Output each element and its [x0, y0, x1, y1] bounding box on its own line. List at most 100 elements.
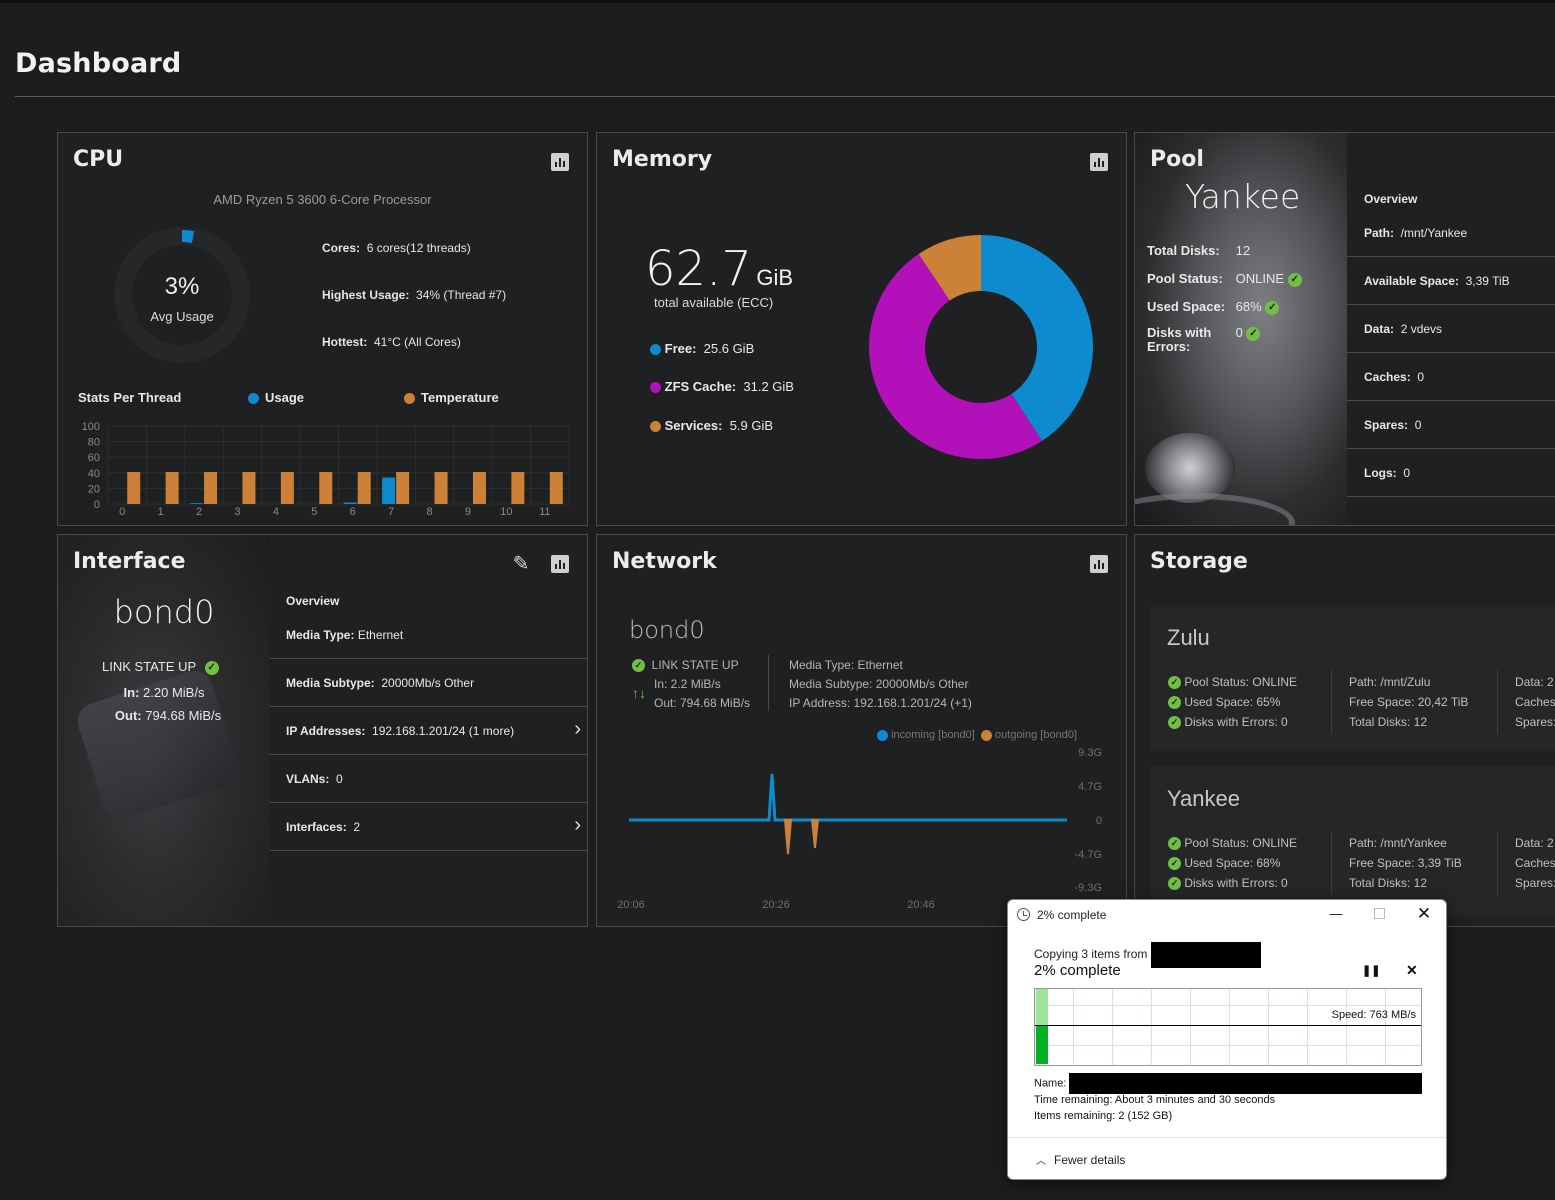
cpu-avg-label: Avg Usage	[150, 309, 214, 324]
cpu-cores-row: Cores: 6 cores(12 threads)	[322, 241, 471, 255]
ip-addresses-row[interactable]: IP Addresses: 192.168.1.201/24 (1 more) …	[270, 707, 587, 755]
media-subtype-value: 20000Mb/s Other	[381, 676, 475, 690]
cpu-cores-label: Cores:	[322, 241, 361, 255]
services-value: 5.9 GiB	[729, 418, 774, 433]
pool-available-value: 3,39 TiB	[1465, 274, 1510, 288]
temperature-bar	[165, 472, 179, 504]
pool-logs-label: Logs:	[1364, 466, 1397, 480]
pool-overview-panel: Overview Path: /mnt/Yankee Available Spa…	[1347, 133, 1555, 525]
pool-used-value: 68%	[1235, 299, 1262, 314]
vlans-label: VLANs:	[286, 772, 330, 786]
minimize-icon[interactable]: —	[1328, 906, 1344, 921]
interface-chart-icon[interactable]	[551, 555, 569, 573]
network-ytick-label: 4.7G	[1078, 781, 1102, 793]
media-type-label: Media Type:	[286, 628, 355, 642]
cpu-highest-value: 34% (Thread #7)	[416, 288, 507, 302]
media-type-value: Ethernet	[357, 628, 404, 642]
zulu-errors-check-icon: ✓	[1168, 716, 1181, 730]
dialog-footer: ︿ Fewer details	[1008, 1137, 1446, 1179]
network-chart-icon[interactable]	[1090, 555, 1108, 573]
outgoing-legend-dot	[980, 729, 992, 741]
yankee-free: Free Space: 3,39 TiB	[1349, 856, 1462, 870]
memory-zfs-row: ZFS Cache: 31.2 GiB	[650, 379, 794, 394]
network-xtick-label: 20:06	[617, 899, 645, 911]
pool-spares-label: Spares:	[1364, 418, 1409, 432]
temperature-bar	[242, 472, 256, 504]
network-ytick-label: 0	[1096, 815, 1102, 827]
free-dot	[650, 344, 661, 356]
pool-overview-header: Overview Path: /mnt/Yankee	[1347, 133, 1555, 257]
cpu-highest-row: Highest Usage: 34% (Thread #7)	[322, 288, 506, 302]
speed-bar-light	[1036, 989, 1048, 1025]
memory-donut-chart	[869, 235, 1093, 459]
copy-progress-dialog: 2% complete — ✕ Copying 3 items from 2% …	[1007, 899, 1447, 1180]
dialog-titlebar[interactable]: 2% complete — ✕	[1008, 900, 1446, 930]
cpu-legend-usage[interactable]: Usage	[248, 390, 304, 405]
interfaces-value: 2	[353, 820, 361, 834]
zulu-vdev-list: Data: 2 vd Caches: 0 Spares: 0	[1515, 672, 1555, 732]
zulu-spares: Spares: 0	[1515, 715, 1555, 729]
pause-icon[interactable]: ❚❚	[1362, 964, 1380, 977]
cpu-xtick-label: 11	[539, 506, 550, 516]
temperature-bar	[472, 472, 486, 504]
pool-overview-title: Overview	[1364, 192, 1418, 206]
vlans-value: 0	[336, 772, 343, 786]
yankee-errors: Disks with Errors: 0	[1184, 876, 1288, 890]
outgoing-spike	[783, 819, 793, 855]
cpu-hottest-label: Hottest:	[322, 335, 368, 349]
speed-graph: Speed: 763 MB/s	[1034, 988, 1422, 1066]
interface-link-check-icon: ✓	[204, 660, 219, 675]
zulu-divider-1	[1331, 670, 1332, 734]
memory-total-label: total available (ECC)	[654, 295, 774, 310]
interface-in-label: In:	[123, 685, 140, 700]
interfaces-row[interactable]: Interfaces: 2 ›	[270, 803, 587, 851]
incoming-series	[629, 773, 1067, 822]
incoming-legend-dot	[877, 729, 888, 741]
network-interface-name: bond0	[629, 616, 705, 644]
pool-logs-row: Logs: 0	[1347, 449, 1555, 497]
pool-widget: Pool Yankee Total Disks: 12 Pool Status:…	[1134, 132, 1555, 526]
window-close-icon[interactable]: ✕	[1416, 904, 1432, 924]
cpu-title: CPU	[73, 147, 124, 172]
zulu-status: Pool Status: ONLINE	[1184, 675, 1298, 689]
interface-link-state: LINK STATE UP ✓	[102, 659, 219, 675]
cpu-highest-label: Highest Usage:	[322, 288, 410, 302]
fewer-details-button[interactable]: ︿ Fewer details	[1036, 1152, 1125, 1167]
usage-legend-dot	[248, 393, 259, 405]
cpu-ytick-label: 60	[88, 452, 100, 464]
cpu-xtick-label: 3	[234, 506, 240, 516]
zfs-dot	[650, 382, 661, 394]
zulu-free: Free Space: 20,42 TiB	[1349, 695, 1469, 709]
storage-pool-card-zulu[interactable]: Zulu ✓ Pool Status: ONLINE ✓ Used Space:…	[1151, 605, 1555, 751]
network-title: Network	[612, 549, 717, 574]
pool-spares-value: 0	[1414, 418, 1422, 432]
pool-errors-row: Disks with Errors: 0 ✓	[1147, 325, 1261, 354]
cpu-xtick-label: 8	[426, 506, 432, 516]
memory-chart-icon[interactable]	[1090, 153, 1108, 171]
pool-available-row: Available Space: 3,39 TiB	[1347, 257, 1555, 305]
pool-status-label: Pool Status:	[1147, 271, 1223, 286]
interfaces-chevron-right-icon[interactable]: ›	[574, 814, 581, 837]
temperature-legend-label: Temperature	[421, 390, 499, 405]
edit-icon[interactable]: ✎	[510, 553, 532, 575]
temperature-bar	[511, 472, 525, 504]
services-label: Services:	[664, 418, 723, 433]
maximize-icon[interactable]	[1374, 908, 1385, 919]
interface-widget: Interface bond0 LINK STATE UP ✓ In: 2.20…	[57, 534, 588, 927]
pool-total-disks-label: Total Disks:	[1147, 243, 1220, 258]
cpu-legend-temperature[interactable]: Temperature	[404, 390, 499, 405]
pool-errors-label: Disks with Errors:	[1147, 325, 1212, 354]
cpu-chart-icon[interactable]	[551, 153, 569, 171]
memory-title: Memory	[612, 147, 713, 172]
fewer-details-label: Fewer details	[1054, 1153, 1126, 1167]
yankee-path: Path: /mnt/Yankee	[1349, 836, 1447, 850]
temperature-legend-dot	[404, 393, 415, 405]
interface-in-value: 2.20 MiB/s	[143, 685, 205, 700]
zulu-path: Path: /mnt/Zulu	[1349, 675, 1431, 689]
pool-errors-check-icon: ✓	[1246, 326, 1261, 341]
copying-label: Copying 3 items from	[1034, 947, 1148, 962]
cancel-copy-icon[interactable]: ✕	[1406, 962, 1418, 979]
interfaces-label: Interfaces:	[286, 820, 347, 834]
storage-pool-card-yankee[interactable]: Yankee ✓ Pool Status: ONLINE ✓ Used Spac…	[1151, 766, 1555, 916]
ip-chevron-right-icon[interactable]: ›	[574, 718, 581, 741]
